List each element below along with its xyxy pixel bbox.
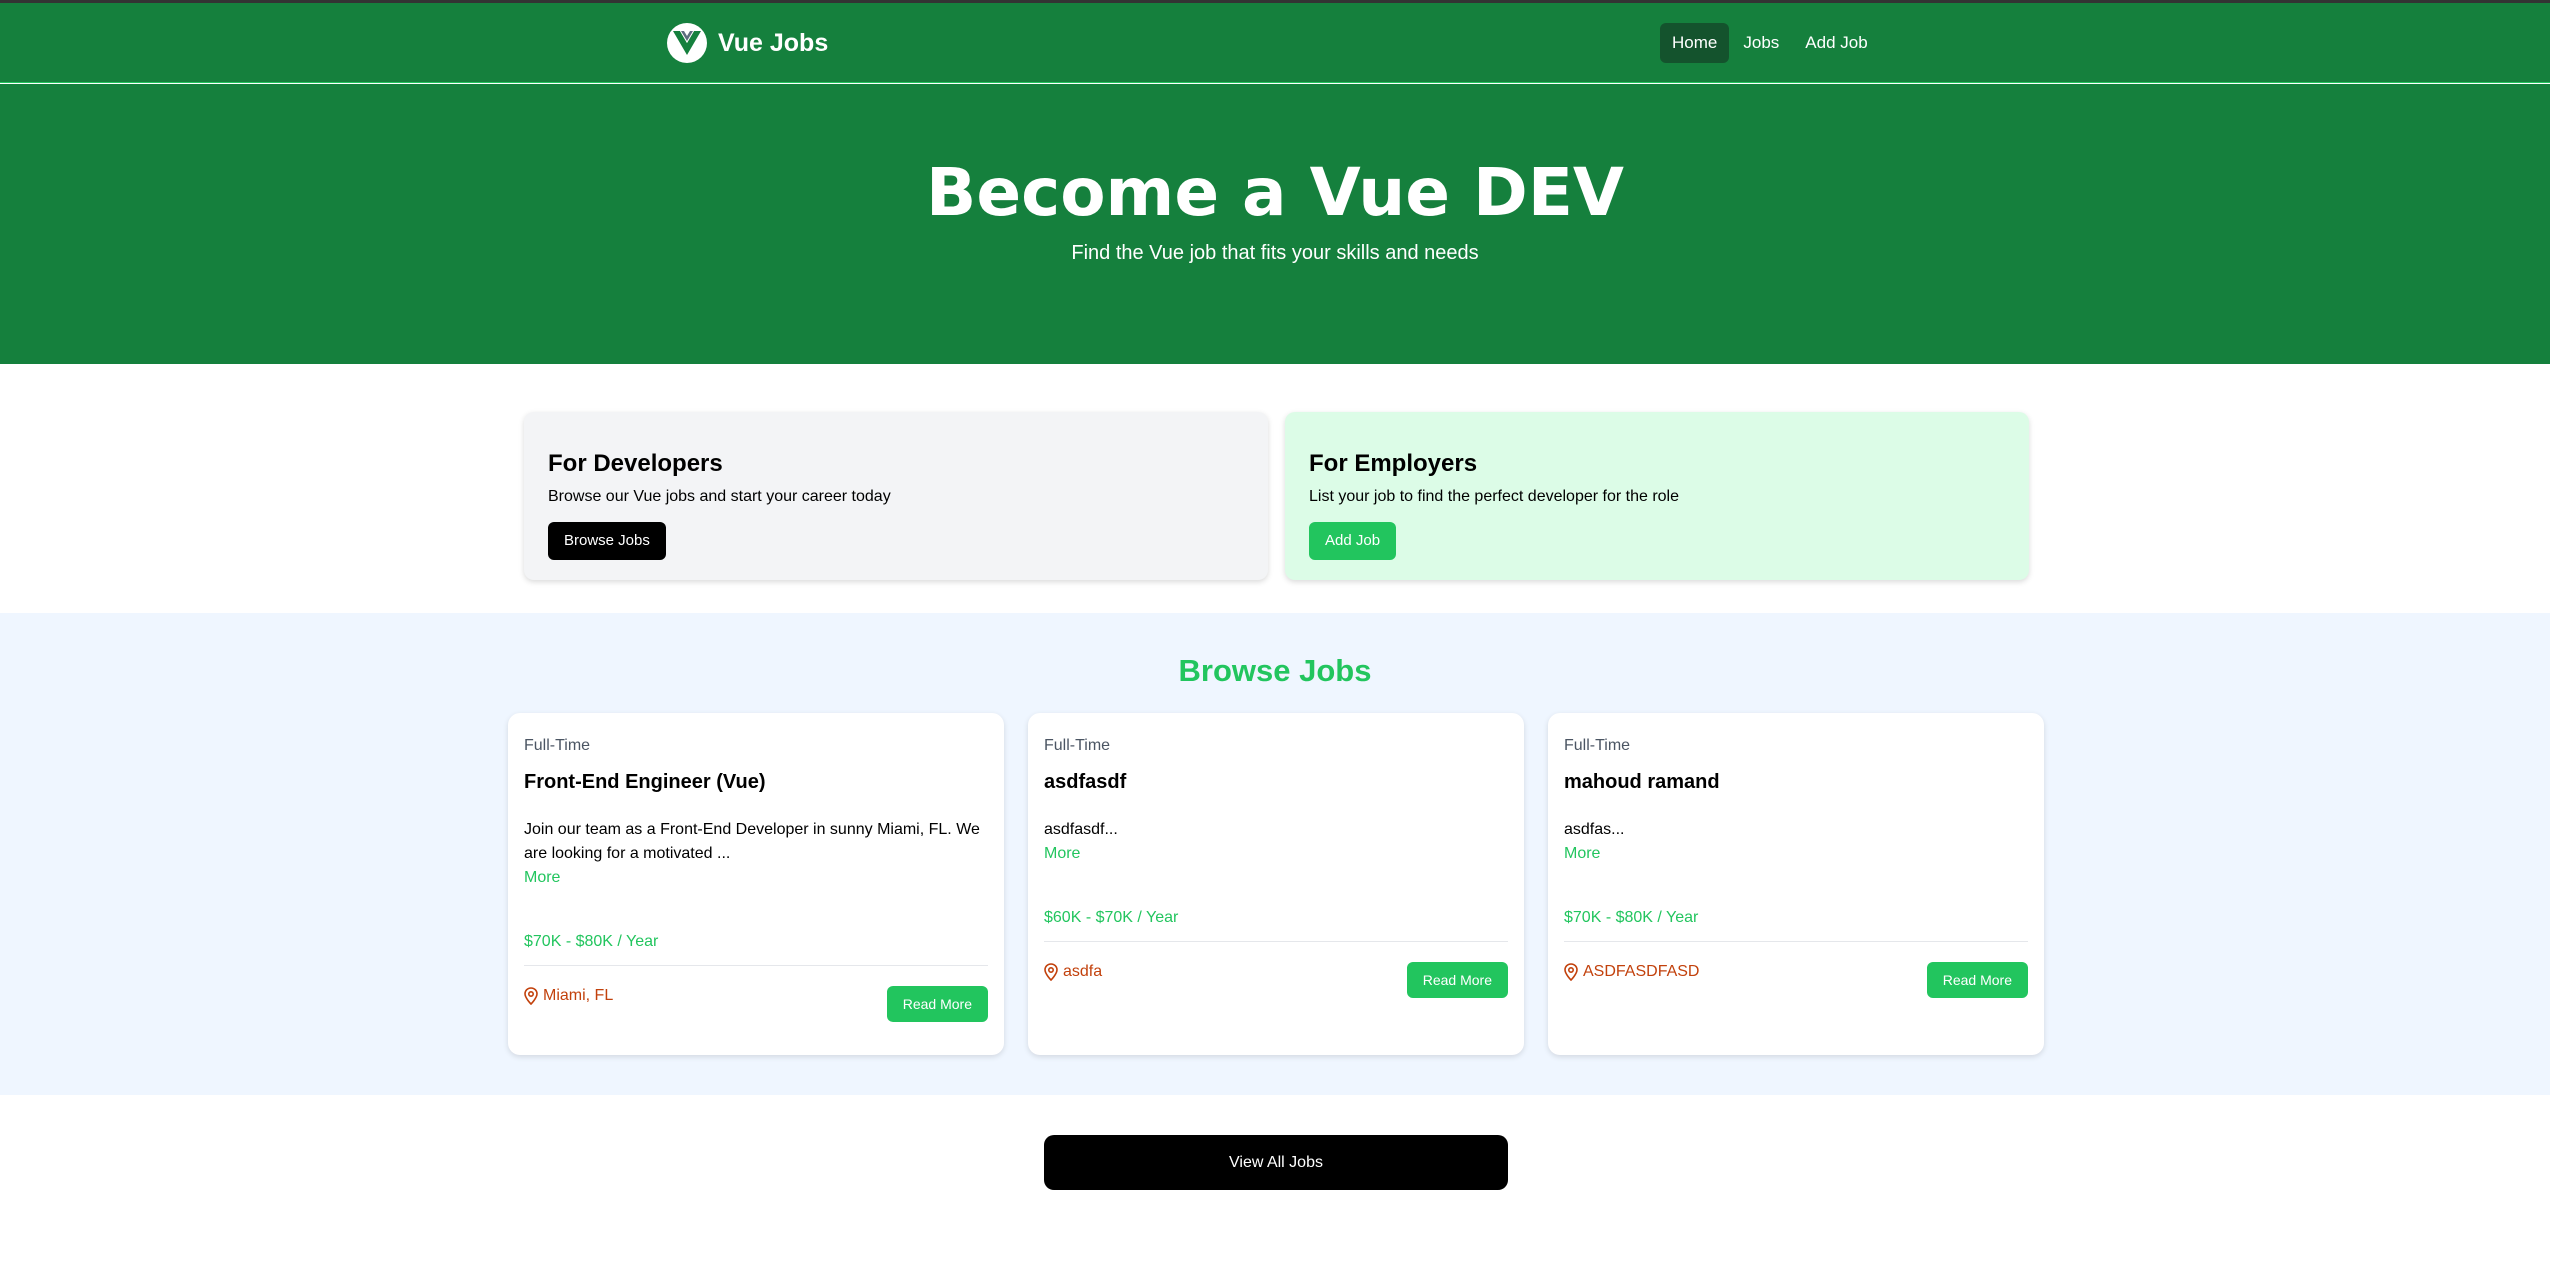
job-description-text: asdfasdf...	[1044, 821, 1118, 838]
job-more-link[interactable]: More	[1564, 842, 2026, 866]
job-location-text: ASDFASDFASD	[1583, 963, 1700, 980]
divider	[1564, 941, 2028, 942]
job-more-link[interactable]: More	[524, 866, 986, 890]
job-card: Full-Time mahoud ramand asdfas... More $…	[1548, 713, 2044, 1055]
job-location-text: asdfa	[1063, 963, 1103, 980]
map-pin-icon	[1044, 963, 1058, 981]
employers-title: For Employers	[1309, 450, 1478, 477]
brand-logo[interactable]: Vue Jobs	[667, 21, 828, 65]
job-card: Full-Time Front-End Engineer (Vue) Join …	[508, 713, 1004, 1055]
employers-card: For Employers List your job to find the …	[1285, 412, 2029, 580]
job-card: Full-Time asdfasdf asdfasdf... More $60K…	[1028, 713, 1524, 1055]
nav-link-add-job[interactable]: Add Job	[1793, 23, 1879, 63]
view-all-jobs-button[interactable]: View All Jobs	[1044, 1135, 1508, 1190]
read-more-button[interactable]: Read More	[1406, 962, 1508, 998]
job-type: Full-Time	[524, 737, 591, 754]
job-title: Front-End Engineer (Vue)	[524, 771, 766, 793]
nav-links: Home Jobs Add Job	[1660, 23, 1882, 63]
job-location: ASDFASDFASD	[1564, 963, 1699, 981]
job-title: asdfasdf	[1044, 771, 1127, 793]
brand-name: Vue Jobs	[718, 28, 829, 57]
job-description: asdfas... More	[1564, 818, 2026, 866]
job-title: mahoud ramand	[1564, 771, 1720, 793]
job-salary: $70K - $80K / Year	[1564, 909, 1699, 926]
job-location: asdfa	[1044, 963, 1102, 981]
developers-title: For Developers	[548, 450, 723, 477]
job-description: asdfasdf... More	[1044, 818, 1506, 866]
hero-subtitle: Find the Vue job that fits your skills a…	[1071, 242, 1479, 264]
job-more-link[interactable]: More	[1044, 842, 1506, 866]
job-salary: $70K - $80K / Year	[524, 933, 659, 950]
browse-jobs-button[interactable]: Browse Jobs	[548, 522, 666, 560]
read-more-button[interactable]: Read More	[1926, 962, 2028, 998]
job-location: Miami, FL	[524, 987, 613, 1005]
navbar: Vue Jobs Home Jobs Add Job	[0, 3, 2550, 83]
browse-jobs-title: Browse Jobs	[1178, 653, 1372, 688]
nav-link-jobs[interactable]: Jobs	[1731, 23, 1791, 63]
divider	[524, 965, 988, 966]
job-location-text: Miami, FL	[543, 987, 614, 1004]
job-type: Full-Time	[1564, 737, 1631, 754]
developers-card: For Developers Browse our Vue jobs and s…	[524, 412, 1268, 580]
job-description: Join our team as a Front-End Developer i…	[524, 818, 986, 890]
vue-logo-icon	[667, 23, 707, 63]
map-pin-icon	[1564, 963, 1578, 981]
map-pin-icon	[524, 987, 538, 1005]
hero-title: Become a Vue DEV	[926, 154, 1624, 231]
job-description-text: asdfas...	[1564, 821, 1625, 838]
hero: Become a Vue DEV Find the Vue job that f…	[0, 84, 2550, 364]
job-description-text: Join our team as a Front-End Developer i…	[524, 821, 980, 862]
nav-link-home[interactable]: Home	[1660, 23, 1730, 63]
job-type: Full-Time	[1044, 737, 1111, 754]
read-more-button[interactable]: Read More	[886, 986, 988, 1022]
browse-jobs-section: Browse Jobs Full-Time Front-End Engineer…	[0, 613, 2550, 1095]
divider	[1044, 941, 1508, 942]
add-job-button[interactable]: Add Job	[1309, 522, 1397, 560]
employers-text: List your job to find the perfect develo…	[1309, 488, 1679, 505]
developers-text: Browse our Vue jobs and start your caree…	[548, 488, 891, 505]
job-salary: $60K - $70K / Year	[1044, 909, 1179, 926]
